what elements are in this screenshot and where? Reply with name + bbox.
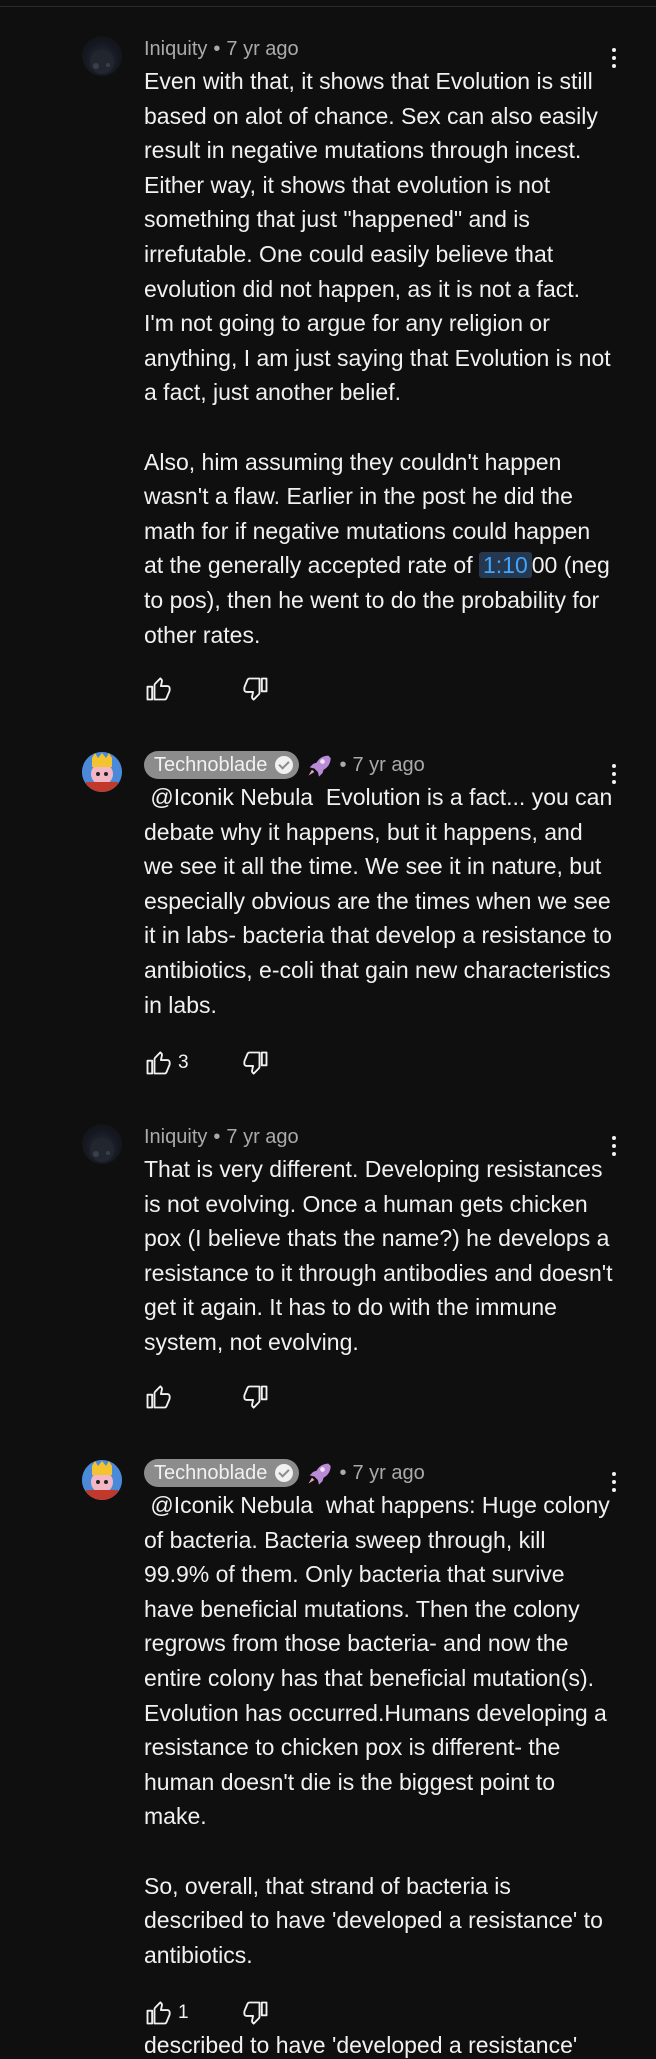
thumb-up-icon[interactable]	[144, 1383, 172, 1411]
like-count: 1	[178, 2002, 189, 2023]
comment-actions: 1	[144, 1998, 270, 2028]
separator: •	[339, 1461, 347, 1484]
comment-time[interactable]: 7 yr ago	[352, 754, 424, 777]
comment-actions	[144, 1382, 270, 1412]
author-name[interactable]: Iniquity	[144, 1126, 207, 1149]
separator: •	[213, 1125, 221, 1148]
next-comment-text: described to have 'developed a resistanc…	[144, 2032, 578, 2058]
comment-text: @Iconik Nebula what happens: Huge colony…	[144, 1492, 610, 1968]
comment-text: @Iconik Nebula Evolution is a fact... yo…	[144, 784, 619, 1018]
thumb-up-icon[interactable]	[144, 1999, 172, 2027]
avatar-image	[90, 1138, 114, 1162]
comment-meta: Technoblade • 7 yr ago	[144, 1458, 425, 1488]
like-count: 3	[178, 1052, 189, 1073]
avatar[interactable]	[82, 1124, 122, 1164]
creator-badge[interactable]: Technoblade	[144, 1459, 300, 1487]
rocket-icon	[308, 1463, 332, 1485]
timestamp-link[interactable]: 1:10	[479, 552, 532, 579]
avatar[interactable]	[82, 1460, 122, 1500]
avatar-image	[90, 50, 114, 74]
thumb-down-icon[interactable]	[242, 1999, 270, 2027]
avatar-image	[82, 1460, 122, 1500]
separator: •	[339, 753, 347, 776]
rocket-icon	[308, 755, 332, 777]
comment-actions: 3	[144, 1048, 270, 1078]
thumb-down-icon[interactable]	[242, 1049, 270, 1077]
comment-time[interactable]: 7 yr ago	[352, 1462, 424, 1485]
comment-meta: Iniquity • 7 yr ago	[144, 34, 299, 64]
top-divider	[0, 0, 656, 7]
author-name[interactable]: Iniquity	[144, 38, 207, 61]
verified-check-icon	[275, 1464, 294, 1482]
avatar-image	[82, 752, 122, 792]
comment-meta: Iniquity • 7 yr ago	[144, 1122, 299, 1152]
thumb-down-icon[interactable]	[242, 1383, 270, 1411]
comment-text: That is very different. Developing resis…	[144, 1156, 619, 1355]
thumb-down-icon[interactable]	[242, 675, 270, 703]
comment-meta: Technoblade • 7 yr ago	[144, 750, 425, 780]
separator: •	[213, 37, 221, 60]
thumb-up-icon[interactable]	[144, 1049, 172, 1077]
avatar[interactable]	[82, 36, 122, 76]
author-name: Technoblade	[154, 753, 268, 776]
thumb-up-icon[interactable]	[144, 675, 172, 703]
author-name: Technoblade	[154, 1461, 268, 1484]
avatar[interactable]	[82, 752, 122, 792]
creator-badge[interactable]: Technoblade	[144, 751, 300, 779]
comment-actions	[144, 674, 270, 704]
comment-text-part: Even with that, it shows that Evolution …	[144, 68, 611, 579]
comment-time[interactable]: 7 yr ago	[226, 1126, 298, 1149]
verified-check-icon	[275, 756, 294, 774]
comment-text: Even with that, it shows that Evolution …	[144, 64, 614, 652]
comment-time[interactable]: 7 yr ago	[226, 38, 298, 61]
